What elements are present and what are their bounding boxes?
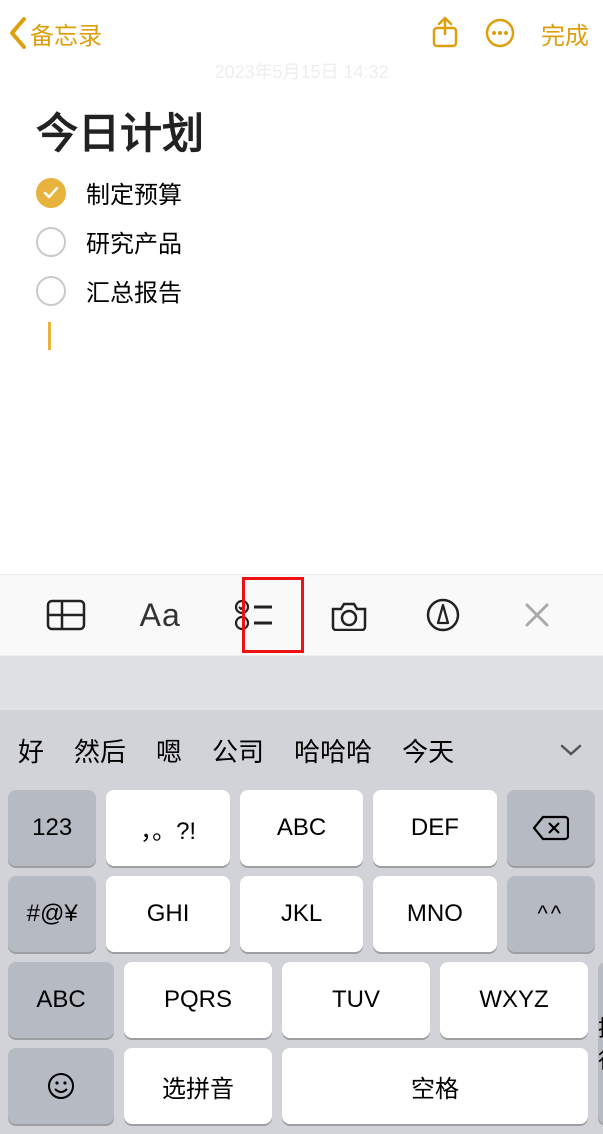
key-ghi[interactable]: GHI [106, 876, 229, 952]
share-icon [431, 16, 459, 50]
text-cursor [48, 322, 51, 350]
share-button[interactable] [431, 16, 459, 50]
camera-button[interactable] [313, 589, 385, 641]
markup-button[interactable] [407, 589, 479, 641]
checklist-button[interactable] [218, 589, 290, 641]
checkbox-empty-icon[interactable] [36, 276, 66, 306]
checklist-item-text[interactable]: 研究产品 [86, 224, 182, 259]
dismiss-keyboard-button[interactable] [501, 589, 573, 641]
done-button[interactable]: 完成 [541, 16, 589, 51]
checklist-item[interactable]: 制定预算 [36, 175, 567, 210]
key-tuv[interactable]: TUV [282, 962, 430, 1038]
candidate-bar: 好 然后 嗯 公司 哈哈哈 今天 [0, 710, 603, 790]
text-format-button[interactable]: Aa [124, 589, 196, 641]
key-space[interactable]: 空格 [282, 1048, 588, 1124]
chevron-down-icon [559, 743, 583, 757]
key-backspace[interactable] [507, 790, 595, 866]
key-jkl[interactable]: JKL [240, 876, 363, 952]
chevron-left-icon [8, 17, 28, 49]
key-def[interactable]: DEF [373, 790, 496, 866]
table-button[interactable] [30, 589, 102, 641]
key-abc[interactable]: ABC [240, 790, 363, 866]
back-label: 备忘录 [30, 16, 102, 51]
key-mno[interactable]: MNO [373, 876, 496, 952]
keyboard: 好 然后 嗯 公司 哈哈哈 今天 123 ，。?! ABC DEF #@¥ GH… [0, 710, 603, 1134]
key-face[interactable]: ^^ [507, 876, 595, 952]
markup-icon [426, 598, 460, 632]
expand-candidates-button[interactable] [551, 730, 591, 770]
checkbox-empty-icon[interactable] [36, 227, 66, 257]
checklist-item-text[interactable]: 制定预算 [86, 175, 182, 210]
key-punct[interactable]: ，。?! [106, 790, 229, 866]
key-123[interactable]: 123 [8, 790, 96, 866]
ellipsis-circle-icon [485, 18, 515, 48]
format-toolbar: Aa [0, 574, 603, 656]
candidate-word[interactable]: 今天 [402, 732, 454, 769]
checklist-item[interactable]: 汇总报告 [36, 273, 567, 308]
checkbox-checked-icon[interactable] [36, 178, 66, 208]
candidate-word[interactable]: 哈哈哈 [294, 732, 372, 769]
candidate-word[interactable]: 嗯 [156, 732, 182, 769]
nav-bar: 备忘录 完成 [0, 0, 603, 62]
checklist-item-text[interactable]: 汇总报告 [86, 273, 182, 308]
candidate-word[interactable]: 好 [18, 732, 44, 769]
note-title[interactable]: 今日计划 [36, 100, 567, 161]
close-icon [524, 602, 550, 628]
toolbar-gap [0, 656, 603, 710]
emoji-icon [46, 1071, 76, 1101]
camera-icon [329, 599, 369, 631]
key-emoji[interactable] [8, 1048, 114, 1124]
more-button[interactable] [485, 18, 515, 48]
key-pqrs[interactable]: PQRS [124, 962, 272, 1038]
checklist-item[interactable]: 研究产品 [36, 224, 567, 259]
note-body[interactable]: 今日计划 制定预算 研究产品 汇总报告 [0, 100, 603, 350]
table-icon [46, 599, 86, 631]
candidate-word[interactable]: 公司 [212, 732, 264, 769]
checklist-icon [234, 598, 274, 632]
key-wxyz[interactable]: WXYZ [440, 962, 588, 1038]
key-return[interactable]: 换行 [598, 962, 603, 1124]
key-symbols[interactable]: #@¥ [8, 876, 96, 952]
key-select-pinyin[interactable]: 选拼音 [124, 1048, 272, 1124]
back-button[interactable]: 备忘录 [8, 16, 102, 51]
key-alpha-toggle[interactable]: ABC [8, 962, 114, 1038]
note-timestamp: 2023年5月15日 14:32 [0, 58, 603, 84]
candidate-word[interactable]: 然后 [74, 732, 126, 769]
backspace-icon [533, 815, 569, 841]
